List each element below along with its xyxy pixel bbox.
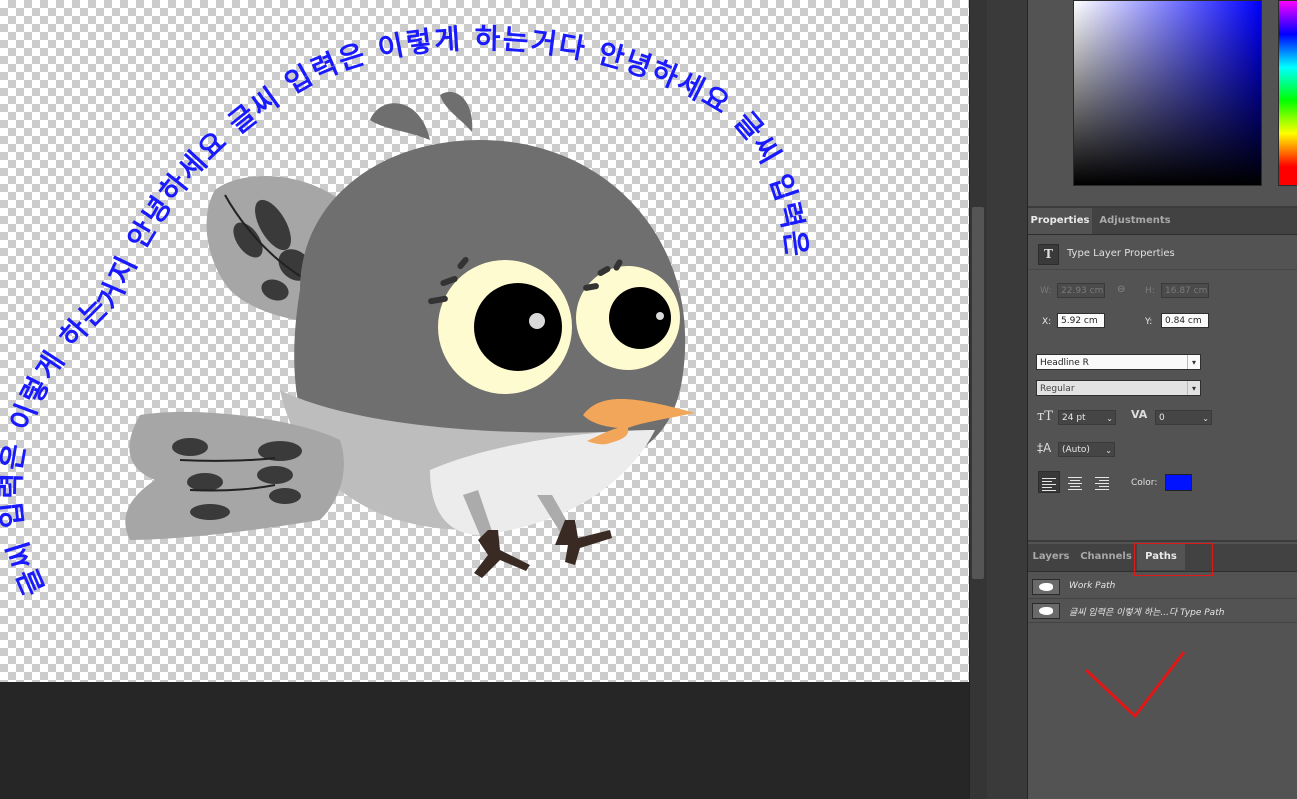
vertical-scrollbar[interactable]	[969, 0, 987, 799]
bird-left-eye	[438, 260, 572, 394]
height-label: H:	[1145, 286, 1155, 296]
path-thumbnail	[1032, 603, 1060, 619]
width-field[interactable]: 22.93 cm	[1057, 283, 1105, 298]
font-size-icon: ᴛT	[1037, 409, 1053, 424]
leading-field[interactable]: (Auto) ⌄	[1058, 442, 1115, 457]
y-field[interactable]: 0.84 cm	[1161, 313, 1209, 328]
leading-value: (Auto)	[1062, 445, 1090, 455]
panel-divider	[1028, 540, 1297, 542]
properties-title: Type Layer Properties	[1067, 248, 1175, 259]
bird-right-eye	[576, 266, 680, 370]
font-style-value: Regular	[1040, 384, 1075, 394]
path-name: 글씨 입력은 이렇게 하는...다 Type Path	[1069, 608, 1225, 618]
tab-properties[interactable]: Properties	[1028, 208, 1092, 234]
tracking-value: 0	[1159, 413, 1165, 423]
panel-dock-gutter	[987, 0, 1028, 799]
pasteboard-area	[0, 682, 969, 799]
chevron-down-icon: ⌄	[1106, 414, 1113, 423]
color-picker-panel	[1028, 0, 1297, 208]
path-name: Work Path	[1069, 581, 1116, 591]
scrollbar-thumb[interactable]	[972, 207, 984, 579]
properties-header: T Type Layer Properties	[1028, 239, 1297, 270]
height-field[interactable]: 16.87 cm	[1161, 283, 1209, 298]
chevron-down-icon: ▾	[1187, 355, 1200, 369]
saturation-value-field[interactable]	[1073, 0, 1262, 186]
font-family-value: Headline R	[1040, 358, 1089, 368]
document-canvas[interactable]: 글씨 입력은 이렇게 하는거지 안녕하세요 글씨 입력은 이렇게 하는거다 안녕…	[0, 0, 969, 682]
text-color-swatch[interactable]	[1165, 474, 1192, 491]
path-row-work-path[interactable]: Work Path	[1028, 576, 1297, 599]
link-icon[interactable]: ⊖	[1117, 284, 1125, 295]
type-layer-icon: T	[1038, 244, 1059, 265]
chevron-down-icon: ▾	[1187, 381, 1200, 395]
font-size-field[interactable]: 24 pt ⌄	[1058, 410, 1116, 425]
font-style-select[interactable]: Regular ▾	[1036, 380, 1201, 396]
align-center-button[interactable]	[1064, 471, 1086, 493]
y-label: Y:	[1145, 317, 1153, 327]
tracking-field[interactable]: 0 ⌄	[1155, 410, 1212, 425]
bird-front-wing	[125, 411, 344, 540]
path-row-type-path[interactable]: 글씨 입력은 이렇게 하는...다 Type Path	[1028, 600, 1297, 623]
properties-tab-bar: Properties Adjustments	[1028, 208, 1297, 235]
chevron-down-icon: ⌄	[1202, 414, 1209, 423]
tab-layers[interactable]: Layers	[1028, 544, 1074, 570]
font-size-value: 24 pt	[1062, 413, 1086, 423]
bird-head-tuft	[370, 103, 430, 140]
tracking-icon: VA	[1131, 408, 1148, 421]
annotation-highlight-box	[1134, 543, 1213, 576]
x-field[interactable]: 5.92 cm	[1057, 313, 1105, 328]
tab-channels[interactable]: Channels	[1076, 544, 1136, 570]
align-right-button[interactable]	[1090, 471, 1112, 493]
hue-slider[interactable]	[1278, 0, 1297, 186]
font-family-select[interactable]: Headline R ▾	[1036, 354, 1201, 370]
width-label: W:	[1040, 286, 1052, 296]
checkmark-annotation	[1084, 651, 1186, 719]
tab-adjustments[interactable]: Adjustments	[1094, 208, 1176, 234]
leading-icon: ‡A	[1037, 441, 1052, 455]
x-label: X:	[1042, 317, 1052, 327]
chevron-down-icon: ⌄	[1105, 446, 1112, 455]
align-left-button[interactable]	[1038, 471, 1060, 493]
bird-illustration: 글씨 입력은 이렇게 하는거지 안녕하세요 글씨 입력은 이렇게 하는거다 안녕…	[0, 22, 812, 600]
path-thumbnail	[1032, 579, 1060, 595]
color-label: Color:	[1131, 478, 1158, 488]
